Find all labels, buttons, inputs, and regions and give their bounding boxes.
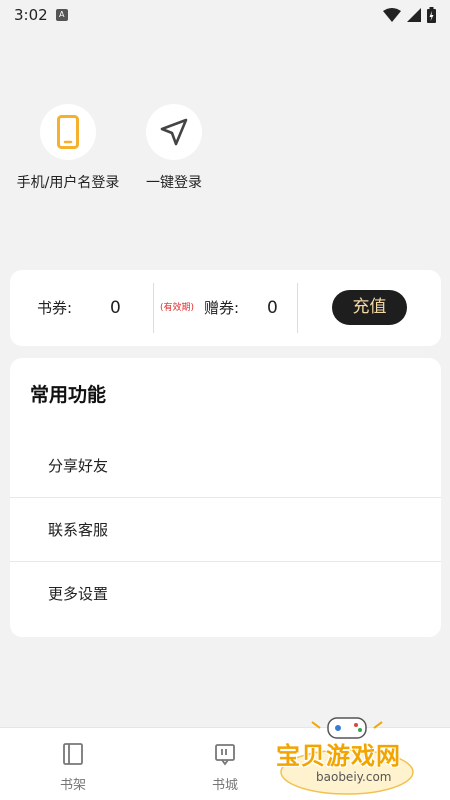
gift-coupon-value: 0 [267,298,278,318]
voucher-divider-2 [297,283,298,333]
status-icons [383,7,436,23]
phone-icon [57,115,79,149]
common-functions-card: 常用功能 分享好友 联系客服 更多设置 [10,358,441,637]
nav-label-bookstore: 书城 [211,778,238,793]
validity-note: (有效期) [160,303,195,313]
phone-login-button[interactable]: 手机/用户名登录 [12,104,124,192]
phone-login-label: 手机/用户名登录 [16,175,120,191]
nav-item-bookstore[interactable]: 书城 [190,728,260,800]
recharge-button[interactable]: 充值 [332,290,407,325]
quick-login-button[interactable]: 一键登录 [138,104,210,192]
store-icon [215,744,235,766]
nav-label-bookshelf: 书架 [59,778,86,793]
watermark-title: 宝贝游戏网 [276,742,401,770]
contact-service-item[interactable]: 联系客服 [10,497,441,561]
battery-icon [427,7,436,23]
notification-icon: A [55,9,68,21]
login-options: 手机/用户名登录 一键登录 [0,104,450,194]
phone-login-circle[interactable] [40,104,96,160]
send-arrow-icon [160,118,188,146]
signal-icon [407,8,421,22]
status-bar: 3:02 A [0,0,450,30]
gift-coupon-label: 赠券: [204,299,240,317]
book-icon [63,743,83,765]
more-settings-item[interactable]: 更多设置 [10,561,441,625]
book-coupon-value: 0 [110,298,121,318]
book-coupon-label: 书券: [37,299,73,317]
voucher-divider [153,283,154,333]
quick-login-label: 一键登录 [146,175,202,191]
wifi-icon [383,8,401,22]
common-functions-title: 常用功能 [30,384,107,406]
voucher-card: 书券: 0 (有效期) 赠券: 0 充值 [10,270,441,346]
watermark-logo: 宝贝游戏网 baobeiy.com [272,712,422,798]
nav-item-bookshelf[interactable]: 书架 [38,728,108,800]
watermark-subtitle: baobeiy.com [316,770,392,784]
quick-login-circle[interactable] [146,104,202,160]
status-time: 3:02 [14,6,48,24]
share-friends-item[interactable]: 分享好友 [10,434,441,498]
